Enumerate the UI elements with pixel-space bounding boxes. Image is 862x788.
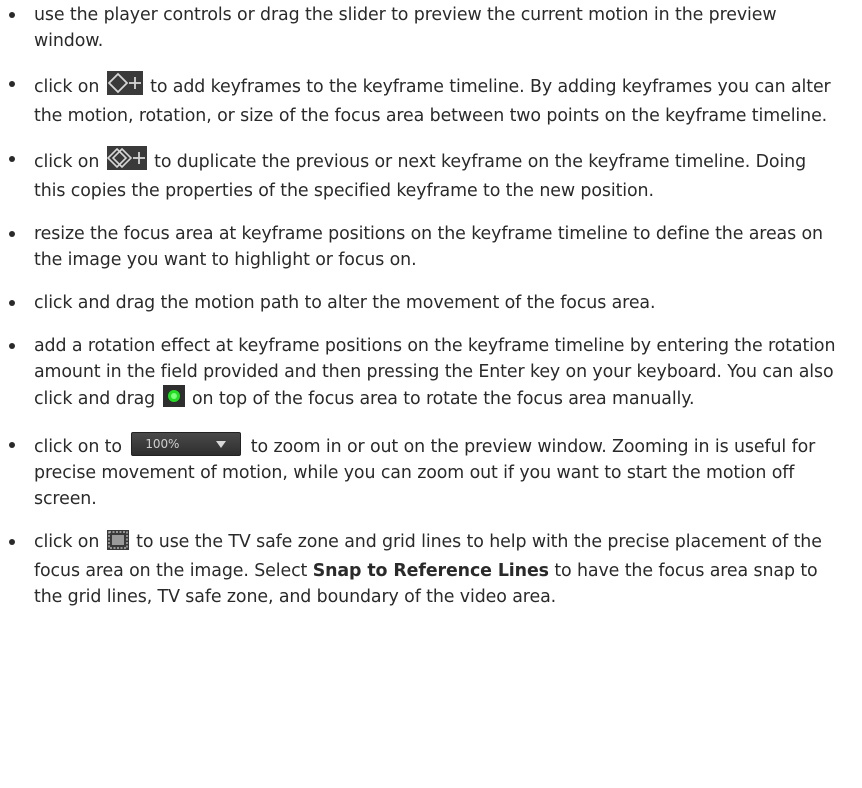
instruction-list: use the player controls or drag the slid… <box>0 2 838 610</box>
help-document: use the player controls or drag the slid… <box>0 0 862 788</box>
duplicate-keyframe-icon <box>106 146 147 178</box>
tv-safe-zone-icon <box>106 530 129 558</box>
bullet-dot <box>9 156 15 162</box>
list-item-text-after: to add keyframes to the keyframe timelin… <box>34 77 831 126</box>
bullet-dot <box>9 231 15 237</box>
list-item-text-before: click on <box>34 77 105 97</box>
bullet-dot <box>9 81 15 87</box>
bullet-dot <box>9 539 15 545</box>
chevron-down-icon <box>216 441 227 448</box>
list-item: click on to duplicate the previous or ne… <box>0 146 838 204</box>
list-item-text-before: click on to <box>34 437 128 457</box>
zoom-value: 100% <box>145 437 180 451</box>
list-item: use the player controls or drag the slid… <box>0 2 838 54</box>
bullet-dot <box>9 12 15 18</box>
list-item: click on to 100% to zoom in or out on th… <box>0 432 838 512</box>
zoom-dropdown: 100% <box>131 432 242 456</box>
list-item-text: use the player controls or drag the slid… <box>34 5 777 51</box>
list-item: add a rotation effect at keyframe positi… <box>0 333 838 415</box>
list-item: resize the focus area at keyframe positi… <box>0 221 838 273</box>
list-item: click on to add keyframes to the keyfram… <box>0 71 838 129</box>
list-item-text: click and drag the motion path to alter … <box>34 293 656 313</box>
list-item-text-after: to duplicate the previous or next keyfra… <box>34 152 807 201</box>
snap-option-label: Snap to Reference Lines <box>312 561 549 581</box>
bullet-dot <box>9 300 15 306</box>
list-item: click on to use the TV safe zone and gri… <box>0 529 838 610</box>
list-item-text: resize the focus area at keyframe positi… <box>34 224 823 270</box>
list-item-text-before: click on <box>34 532 105 552</box>
bullet-dot <box>9 343 15 349</box>
list-item: click and drag the motion path to alter … <box>0 290 838 316</box>
bullet-dot <box>9 442 15 448</box>
list-item-text-before: click on <box>34 152 105 172</box>
list-item-text-after: on top of the focus area to rotate the f… <box>186 389 695 409</box>
add-keyframe-icon <box>106 71 143 103</box>
rotate-handle-icon <box>162 385 185 415</box>
